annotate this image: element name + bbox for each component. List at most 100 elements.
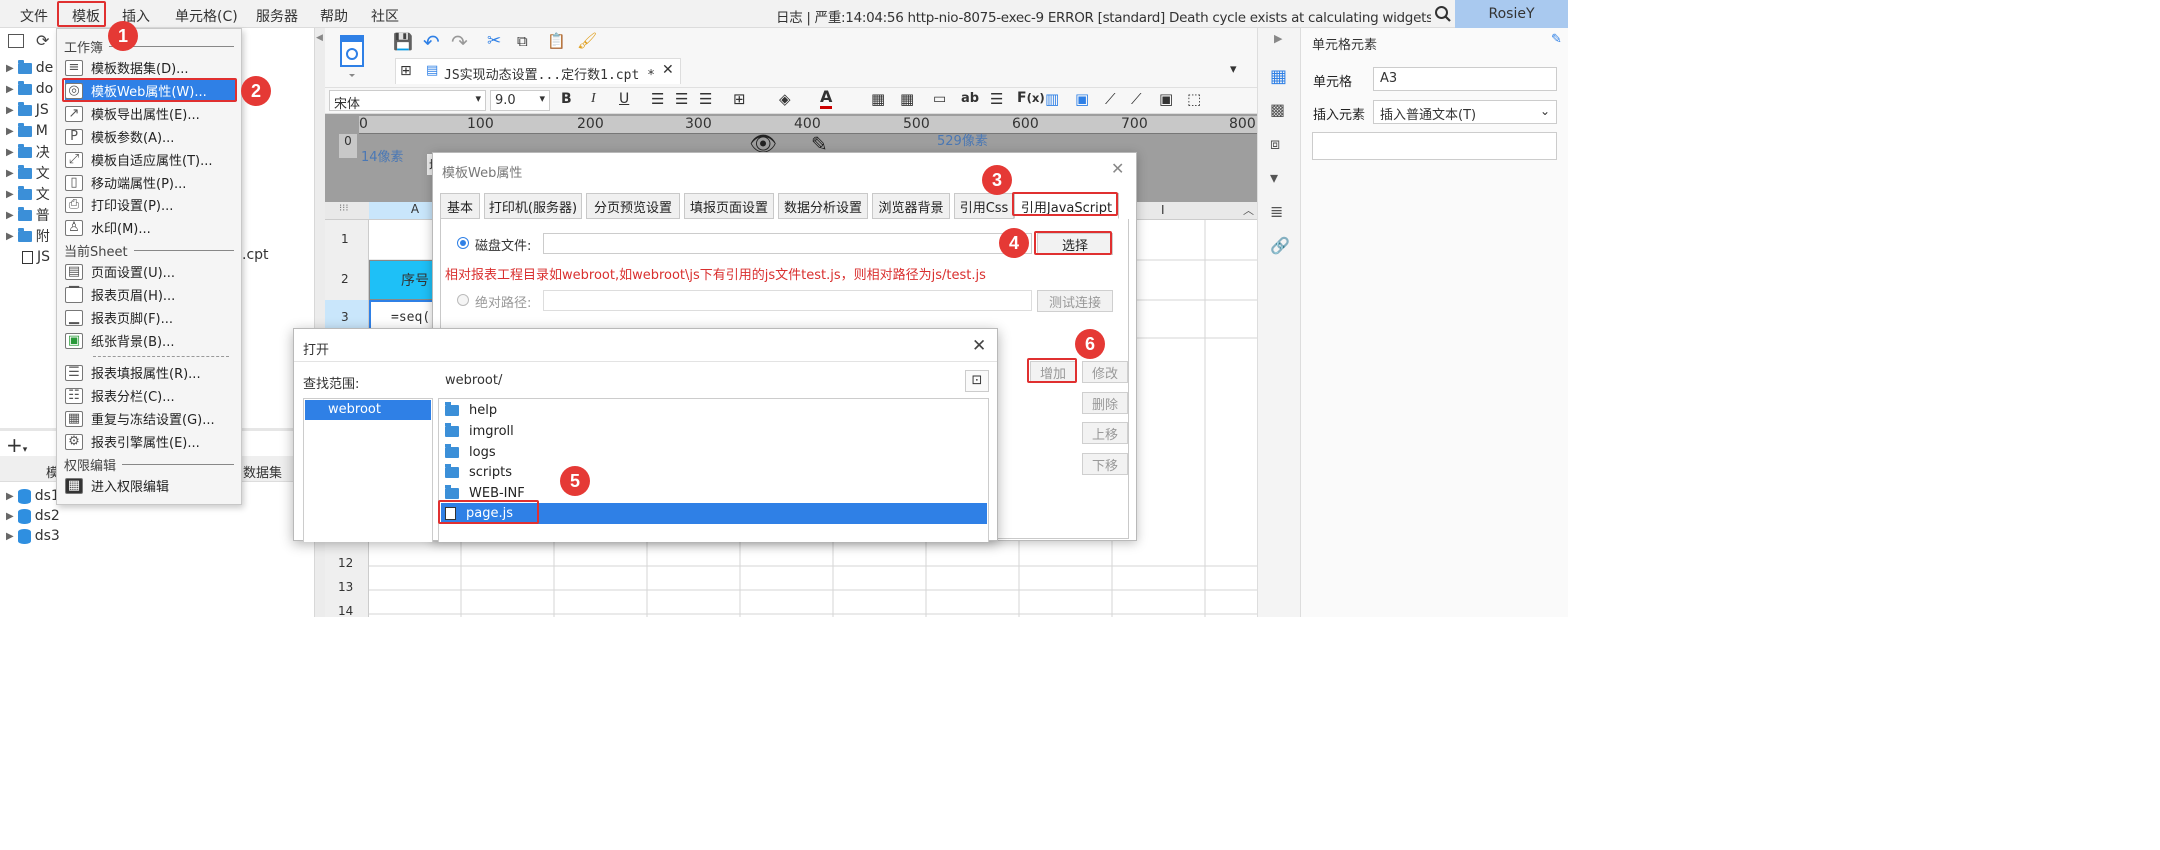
choose-button[interactable]: 选择 [1037,233,1113,255]
tree-item[interactable]: ▶ 附 [6,226,50,246]
italic-icon[interactable]: I [591,91,596,107]
menu-item-print-setup[interactable]: ⎙ 打印设置(P)... [65,194,237,215]
cell-attr-icon[interactable]: ▩ [1270,100,1285,119]
tab-data-analysis[interactable]: 数据分析设置 [778,193,868,219]
menu-item-template-param[interactable]: P 模板参数(A)... [65,126,237,147]
tab-server-dataset[interactable]: 数据集 [243,462,282,481]
align-left-icon[interactable]: ☰ [651,90,664,108]
redo-icon[interactable]: ↷ [451,30,468,54]
menu-community[interactable]: 社区 [371,6,399,26]
tree-item[interactable]: ▶ do [6,79,53,99]
dataset-item[interactable]: ▶ ds1 [6,486,60,506]
cell-input[interactable]: A3 [1373,67,1557,91]
paste-icon[interactable]: 📋 [547,32,566,50]
tree-item[interactable]: ▶ JS [6,100,49,120]
disk-file-radio[interactable] [457,237,469,249]
tree-item[interactable]: ▶ M [6,121,48,141]
menu-item-mobile[interactable]: ▯ 移动端属性(P)... [65,172,237,193]
font-color-icon[interactable]: A [820,88,833,109]
scroll-up-icon[interactable]: ︿ [1243,202,1254,218]
tree-file[interactable]: JS [22,247,50,267]
menu-item-template-dataset[interactable]: ≡ 模板数据集(D)... [65,57,237,78]
file-row[interactable]: scripts [441,462,987,483]
row-header[interactable]: 1 [341,232,349,246]
location-webroot[interactable]: webroot [305,400,431,420]
edit-icon[interactable]: ✎ [1551,32,1562,47]
file-row[interactable]: WEB-INF [441,483,987,504]
user-account[interactable]: RosieY [1455,0,1568,28]
menu-item-adaptive[interactable]: ⤢ 模板自适应属性(T)... [65,149,237,170]
select-all-icon[interactable]: ⁝⁝⁝ [339,203,349,214]
row-header[interactable]: 13 [338,580,353,594]
template-icon[interactable] [337,34,367,77]
menu-item-export-attr[interactable]: ↗ 模板导出属性(E)... [65,103,237,124]
row-header[interactable]: 2 [341,272,349,286]
tab-javascript[interactable]: 引用JavaScript [1014,193,1119,219]
editor-tab[interactable]: ⊞ ▤ JS实现动态设置...定行数1.cpt * ✕ [395,58,681,84]
tab-printer[interactable]: 打印机(服务器) [484,193,582,219]
menu-item-header[interactable]: ▔ 报表页眉(H)... [65,284,237,305]
absolute-path-radio[interactable] [457,294,469,306]
format-painter-icon[interactable]: 🖌 [577,31,597,50]
modify-button[interactable]: 修改 [1082,361,1128,383]
insert-select[interactable]: 插入普通文本(T) ⌄ [1373,100,1557,124]
cell-content-field[interactable] [1312,132,1557,160]
tab-fill-page[interactable]: 填报页面设置 [684,193,774,219]
menu-item-permission-edit[interactable]: ▦ 进入权限编辑 [65,475,237,496]
add-button[interactable]: 增加 [1030,361,1076,383]
tree-item[interactable]: ▶ de [6,58,53,78]
border-icon[interactable]: ⊞ [733,90,746,108]
chart-icon[interactable]: ▥ [1045,90,1059,108]
tab-browser-bg[interactable]: 浏览器背景 [872,193,950,219]
new-folder-icon[interactable]: ⊡ [965,370,989,392]
search-icon[interactable] [1434,5,1452,23]
row-header[interactable]: 3 [341,310,349,324]
link-icon[interactable]: 🔗 [1270,236,1290,255]
diagonal-icon[interactable]: ⟋ [1131,90,1142,108]
undo-icon[interactable]: ↶ [423,30,440,54]
menu-item-paper-bg[interactable]: ▣ 纸张背景(B)... [65,330,237,351]
menu-template[interactable]: 模板 [72,6,100,26]
menu-help[interactable]: 帮助 [320,6,348,26]
font-select[interactable]: 宋体 ▾ [329,90,486,112]
file-row[interactable]: logs [441,442,987,463]
menu-cell[interactable]: 单元格(C) [175,6,238,26]
text-icon[interactable]: ab [961,91,979,106]
textfield-icon[interactable]: ▭ [933,91,946,107]
close-icon[interactable]: ✕ [972,336,986,356]
menu-item-watermark[interactable]: ♙ 水印(M)... [65,217,237,238]
image-icon[interactable]: ▣ [1075,90,1089,108]
close-icon[interactable]: ✕ [1111,159,1124,178]
menu-server[interactable]: 服务器 [256,6,298,26]
menu-item-footer[interactable]: ▁ 报表页脚(F)... [65,307,237,328]
align-right-icon[interactable]: ☰ [699,90,712,108]
dataset-item[interactable]: ▶ ds2 [6,506,60,526]
menu-item-fill-attr[interactable]: ☰ 报表填报属性(R)... [65,362,237,383]
dataset-item[interactable]: ▶ ds3 [6,526,60,546]
cut-icon[interactable]: ✂ [487,31,501,51]
add-dataset-icon[interactable]: +▾ [6,433,27,457]
menu-item-engine[interactable]: ⚙ 报表引擎属性(E)... [65,431,237,452]
tree-item[interactable]: ▶ 决 [6,142,50,162]
tree-item[interactable]: ▶ 普 [6,205,50,225]
copy-icon[interactable]: ⧉ [517,32,528,50]
disk-file-input[interactable] [543,233,1032,254]
save-icon[interactable]: 💾 [393,32,413,51]
tab-basic[interactable]: 基本 [440,193,480,219]
menu-item-web-attr[interactable]: ◎ 模板Web属性(W)... [65,80,237,101]
new-folder-icon[interactable] [8,34,24,48]
cell-element-icon[interactable]: ▦ [1270,66,1287,87]
menu-item-columns[interactable]: ☷ 报表分栏(C)... [65,385,237,406]
row-header[interactable]: 14 [338,604,353,618]
menu-item-page-setup[interactable]: ▤ 页面设置(U)... [65,261,237,282]
tree-item[interactable]: ▶ 文 [6,184,50,204]
file-row[interactable]: help [441,400,987,421]
menu-item-freeze[interactable]: ▦ 重复与冻结设置(G)... [65,408,237,429]
move-down-button[interactable]: 下移 [1082,453,1128,475]
move-up-button[interactable]: 上移 [1082,422,1128,444]
rich-text-icon[interactable]: ☰ [990,90,1003,108]
test-connection-button[interactable]: 测试连接 [1037,290,1113,312]
slash-icon[interactable]: ⟋ [1105,90,1116,108]
absolute-path-input[interactable] [543,290,1032,311]
tab-pagination-preview[interactable]: 分页预览设置 [586,193,680,219]
